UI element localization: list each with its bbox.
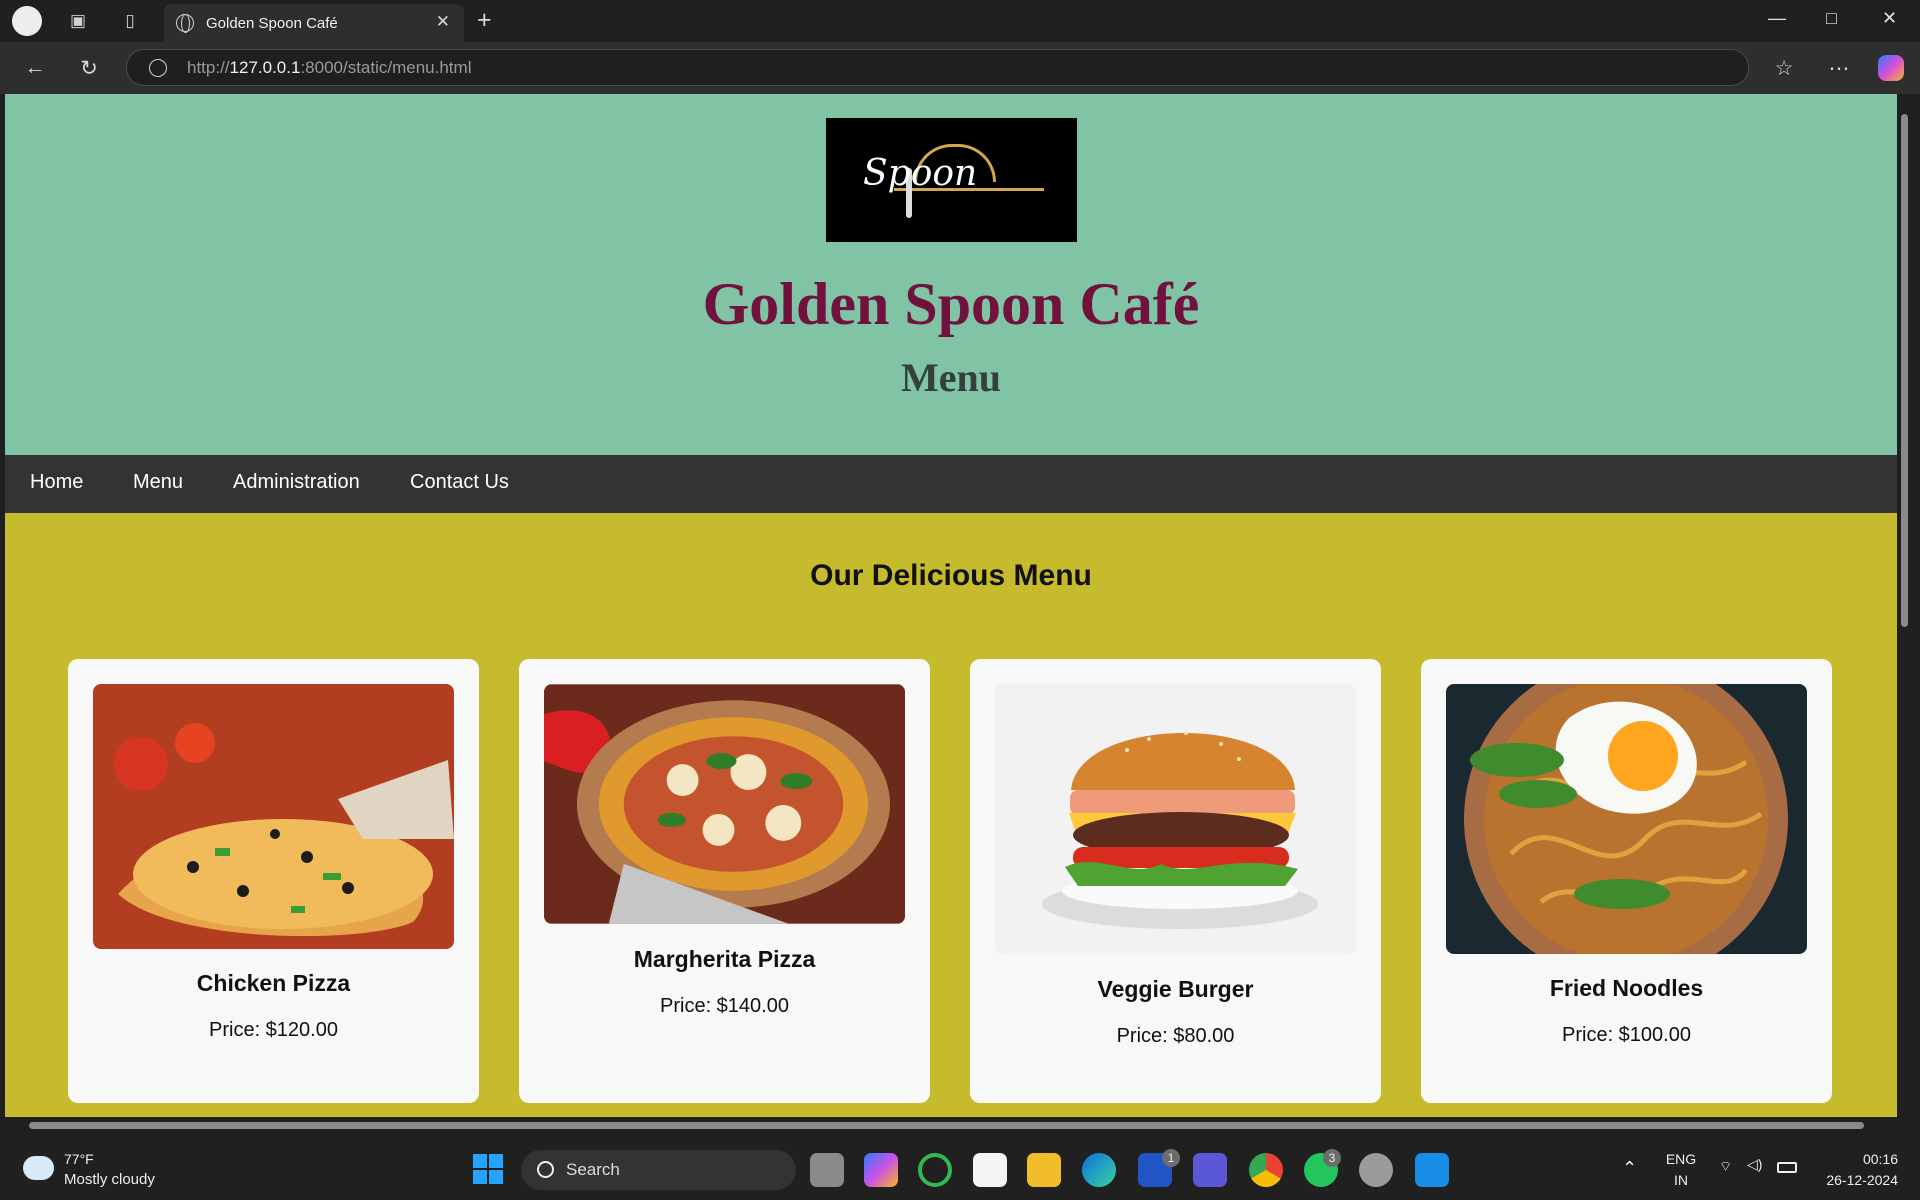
- close-icon[interactable]: ✕: [436, 12, 450, 32]
- battery-icon[interactable]: [1777, 1162, 1797, 1173]
- horizontal-scrollbar[interactable]: [5, 1117, 1897, 1133]
- language[interactable]: ENG: [1662, 1151, 1700, 1167]
- page-title: Menu: [901, 355, 1001, 400]
- search-label: Search: [566, 1160, 620, 1179]
- refresh-icon[interactable]: ↻: [72, 52, 106, 84]
- notification-badge: 1: [1162, 1149, 1180, 1167]
- menu-item-name: Fried Noodles: [1549, 975, 1704, 1001]
- active-tab[interactable]: Golden Spoon Café ✕: [164, 4, 464, 42]
- fried-noodles-image: [1446, 684, 1807, 954]
- wifi-icon[interactable]: ⌔: [1719, 1158, 1732, 1176]
- weather-icon[interactable]: [23, 1156, 54, 1180]
- menu-item-name: Chicken Pizza: [196, 970, 351, 996]
- microsoft-store-icon[interactable]: [973, 1153, 1007, 1187]
- clock-time[interactable]: 00:16: [1818, 1151, 1898, 1167]
- veggie-burger-image: [995, 684, 1356, 955]
- nav-home[interactable]: Home: [30, 471, 83, 494]
- region[interactable]: IN: [1662, 1172, 1700, 1188]
- cafe-header: Spoon Golden Spoon Café Menu: [5, 94, 1897, 455]
- refresh-app-icon[interactable]: [918, 1153, 952, 1187]
- menu-heading: Our Delicious Menu: [810, 559, 1092, 592]
- hidden-icons-chevron[interactable]: ⌃: [1622, 1158, 1637, 1179]
- copilot-app-icon[interactable]: [864, 1153, 898, 1187]
- workspaces-icon[interactable]: ▣: [64, 8, 92, 34]
- nav-administration[interactable]: Administration: [233, 471, 360, 494]
- golden-spoon-logo: Spoon: [826, 118, 1077, 242]
- azure-app-icon[interactable]: [1193, 1153, 1227, 1187]
- tab-title: Golden Spoon Café: [206, 14, 338, 32]
- site-info-icon[interactable]: [149, 59, 167, 77]
- tab-actions-icon[interactable]: ▯: [116, 8, 144, 34]
- nav-menu[interactable]: Menu: [133, 471, 183, 494]
- margherita-pizza-image: [544, 684, 905, 924]
- site-title: Golden Spoon Café: [702, 271, 1200, 337]
- menu-card-chicken-pizza: Chicken Pizza Price: $120.00: [68, 659, 479, 1103]
- main-navigation: Home Menu Administration Contact Us: [5, 455, 1897, 513]
- menu-card-fried-noodles: Fried Noodles Price: $100.00: [1421, 659, 1832, 1103]
- horizontal-scroll-thumb[interactable]: [29, 1122, 1864, 1129]
- menu-item-name: Veggie Burger: [1097, 976, 1254, 1002]
- minimize-icon[interactable]: —: [1768, 8, 1786, 29]
- settings-icon[interactable]: [1359, 1153, 1393, 1187]
- url-path: :8000/static/menu.html: [300, 57, 472, 77]
- search-icon: [537, 1161, 554, 1178]
- browser-toolbar: ← ↻ http://127.0.0.1:8000/static/menu.ht…: [0, 42, 1920, 94]
- more-icon[interactable]: ⋯: [1822, 52, 1856, 84]
- address-bar[interactable]: http://127.0.0.1:8000/static/menu.html: [126, 49, 1749, 86]
- taskbar-search[interactable]: Search: [521, 1150, 796, 1190]
- browser-chrome: ▣ ▯ Golden Spoon Café ✕ + — □ ✕ ← ↻ http…: [0, 0, 1920, 94]
- whatsapp-badge: 3: [1323, 1149, 1341, 1167]
- clock-date[interactable]: 26-12-2024: [1808, 1172, 1898, 1188]
- menu-card-veggie-burger: Veggie Burger Price: $80.00: [970, 659, 1381, 1103]
- favorites-icon[interactable]: ☆: [1767, 52, 1801, 84]
- vscode-icon[interactable]: [1415, 1153, 1449, 1187]
- volume-icon[interactable]: ◁): [1747, 1156, 1762, 1173]
- menu-item-price: Price: $80.00: [1116, 1025, 1235, 1047]
- browser-tabbar: ▣ ▯ Golden Spoon Café ✕ + — □ ✕: [0, 0, 1920, 42]
- nav-contact-us[interactable]: Contact Us: [410, 471, 509, 494]
- profile-icon[interactable]: [12, 6, 42, 36]
- menu-card-margherita-pizza: Margherita Pizza Price: $140.00: [519, 659, 930, 1103]
- menu-item-price: Price: $100.00: [1562, 1024, 1691, 1046]
- weather-temperature[interactable]: 77°F: [64, 1151, 94, 1167]
- file-explorer-icon[interactable]: [1027, 1153, 1061, 1187]
- chrome-icon[interactable]: [1249, 1153, 1283, 1187]
- page-viewport: Spoon Golden Spoon Café Menu Home Menu A…: [5, 94, 1897, 1117]
- menu-item-name: Margherita Pizza: [633, 946, 816, 972]
- url-prefix: http://: [187, 57, 230, 77]
- add-tab-icon[interactable]: +: [477, 6, 492, 35]
- windows-taskbar: 77°F Mostly cloudy Search 1 3 ⌃ ENG IN ⌔…: [0, 1141, 1920, 1200]
- copilot-icon[interactable]: [1878, 55, 1904, 81]
- chicken-pizza-image: [93, 684, 454, 949]
- vertical-scrollbar[interactable]: [1897, 94, 1912, 1117]
- vertical-scroll-thumb[interactable]: [1901, 114, 1908, 627]
- back-icon[interactable]: ←: [18, 52, 52, 84]
- task-view-icon[interactable]: [810, 1153, 844, 1187]
- logo-text: Spoon: [863, 153, 978, 194]
- weather-description[interactable]: Mostly cloudy: [64, 1171, 155, 1188]
- url-host: 127.0.0.1: [229, 57, 301, 77]
- menu-item-price: Price: $140.00: [660, 995, 789, 1017]
- windows-start-icon[interactable]: [473, 1154, 503, 1184]
- restore-icon[interactable]: □: [1826, 8, 1837, 29]
- window-close-icon[interactable]: ✕: [1882, 8, 1897, 29]
- globe-icon: [176, 14, 194, 33]
- edge-browser-icon[interactable]: [1082, 1153, 1116, 1187]
- menu-item-price: Price: $120.00: [209, 1019, 338, 1041]
